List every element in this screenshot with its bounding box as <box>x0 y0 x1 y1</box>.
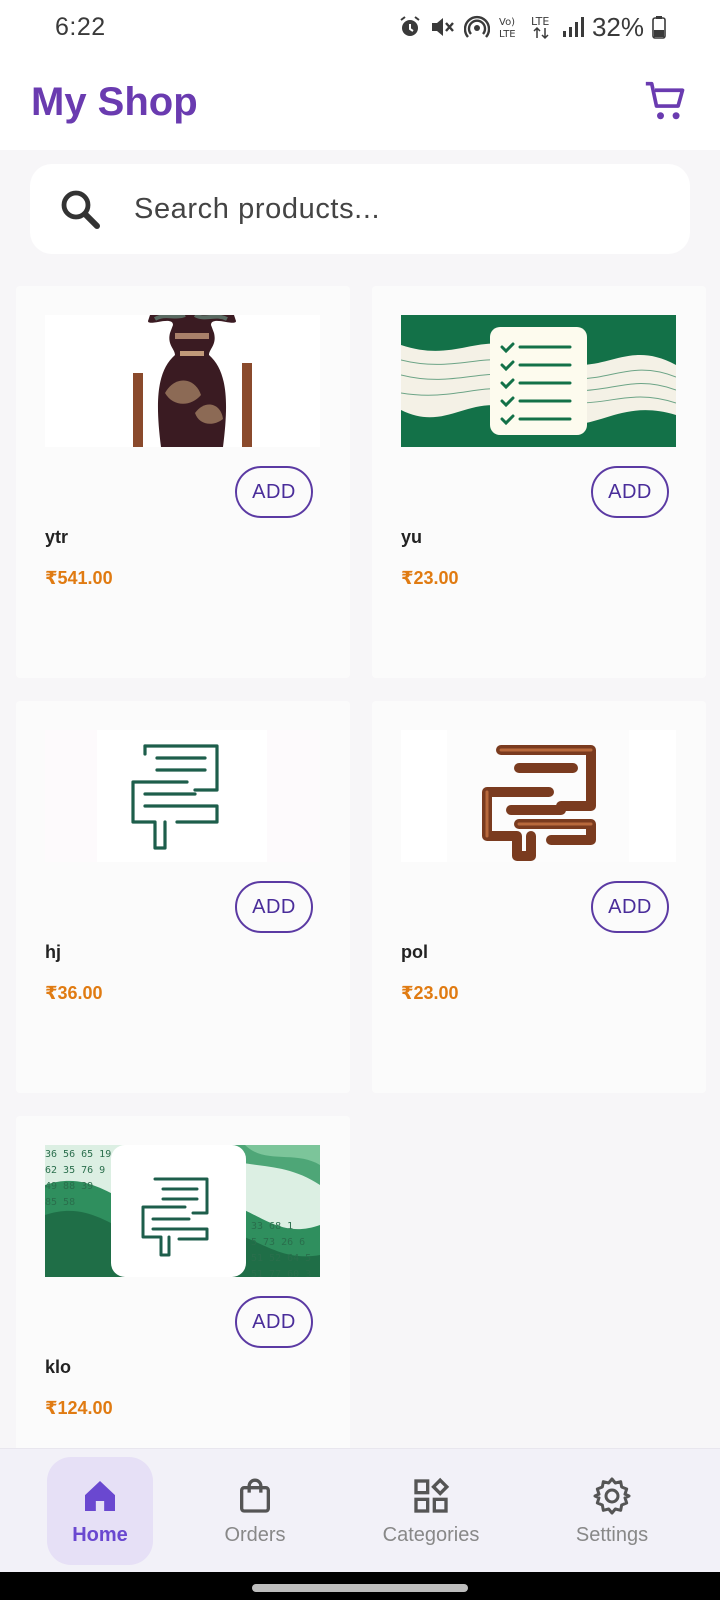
home-icon <box>85 1480 115 1511</box>
nav-label: Categories <box>382 1523 480 1546</box>
svg-text:33 68 1: 33 68 1 <box>251 1221 293 1232</box>
product-price: ₹23.00 <box>401 568 459 588</box>
nav-categories[interactable]: Categories <box>368 1457 494 1565</box>
nav-label: Orders <box>224 1523 286 1546</box>
search-bar[interactable] <box>30 164 690 254</box>
product-image[interactable] <box>401 315 676 447</box>
svg-text:51 77 60 3: 51 77 60 3 <box>251 1269 311 1277</box>
add-to-cart-button[interactable]: ADD <box>235 881 313 933</box>
gear-icon <box>593 1477 631 1514</box>
cart-button[interactable] <box>638 74 694 130</box>
mute-icon <box>431 18 454 36</box>
product-name: yu <box>401 527 423 547</box>
svg-text:5 73 26 6: 5 73 26 6 <box>251 1237 305 1248</box>
svg-text:51 52 64 5: 51 52 64 5 <box>251 1253 311 1264</box>
nav-settings[interactable]: Settings <box>559 1457 665 1565</box>
nav-label: Settings <box>575 1523 649 1546</box>
nav-label: Home <box>72 1523 128 1546</box>
product-price: ₹541.00 <box>45 568 113 588</box>
app-title: My Shop <box>31 79 198 124</box>
svg-text:LTE: LTE <box>499 29 516 40</box>
product-name: ytr <box>45 527 69 547</box>
hotspot-icon <box>463 15 490 38</box>
product-image[interactable] <box>45 315 320 447</box>
search-icon <box>61 190 100 229</box>
product-card[interactable]: ADD yu ₹23.00 <box>372 286 706 678</box>
svg-text:36 56 65 19: 36 56 65 19 <box>45 1149 111 1160</box>
categories-icon <box>414 1477 450 1513</box>
product-name: klo <box>45 1357 72 1377</box>
svg-text:49 88 39: 49 88 39 <box>45 1181 93 1192</box>
status-icons: Vo) LTE LTE 32% <box>398 12 666 43</box>
product-price: ₹23.00 <box>401 983 459 1003</box>
nav-home[interactable]: Home <box>47 1457 153 1565</box>
bottom-nav: Home Orders Categories Settings <box>0 1448 720 1572</box>
battery-percent: 32% <box>591 11 644 42</box>
signal-icon <box>562 17 584 37</box>
add-to-cart-button[interactable]: ADD <box>235 1296 313 1348</box>
search-input[interactable] <box>134 192 654 226</box>
product-card[interactable]: ADD ytr ₹541.00 <box>16 286 350 678</box>
product-card[interactable]: ADD pol ₹23.00 <box>372 701 706 1093</box>
svg-text:85 58: 85 58 <box>45 1197 75 1208</box>
svg-text:Vo): Vo) <box>499 17 515 28</box>
battery-icon <box>652 16 666 39</box>
product-image[interactable]: 36 56 65 19 62 35 76 9 49 88 39 85 58 33… <box>45 1145 320 1277</box>
product-image[interactable] <box>45 730 320 862</box>
add-to-cart-button[interactable]: ADD <box>235 466 313 518</box>
product-image[interactable] <box>401 730 676 862</box>
cart-icon <box>645 81 685 120</box>
product-name: hj <box>45 942 61 962</box>
status-bar: 6:22 Vo) LTE LTE 32% <box>0 0 720 54</box>
add-to-cart-button[interactable]: ADD <box>591 881 669 933</box>
app-bar: My Shop <box>0 54 720 150</box>
nav-orders[interactable]: Orders <box>202 1457 308 1565</box>
gesture-handle[interactable] <box>252 1584 468 1592</box>
product-card[interactable]: ADD hj ₹36.00 <box>16 701 350 1093</box>
product-price: ₹36.00 <box>45 983 103 1003</box>
shopping-bag-icon <box>240 1478 270 1513</box>
add-to-cart-button[interactable]: ADD <box>591 466 669 518</box>
lte-icon: LTE <box>531 15 549 40</box>
product-price: ₹124.00 <box>45 1398 113 1418</box>
system-gesture-bar <box>0 1572 720 1600</box>
product-name: pol <box>401 942 428 962</box>
status-time: 6:22 <box>55 12 106 41</box>
volte-icon: Vo)LTE <box>499 17 516 40</box>
svg-text:62 35 76 9: 62 35 76 9 <box>45 1165 105 1176</box>
alarm-icon <box>400 16 420 36</box>
svg-text:LTE: LTE <box>531 15 549 28</box>
